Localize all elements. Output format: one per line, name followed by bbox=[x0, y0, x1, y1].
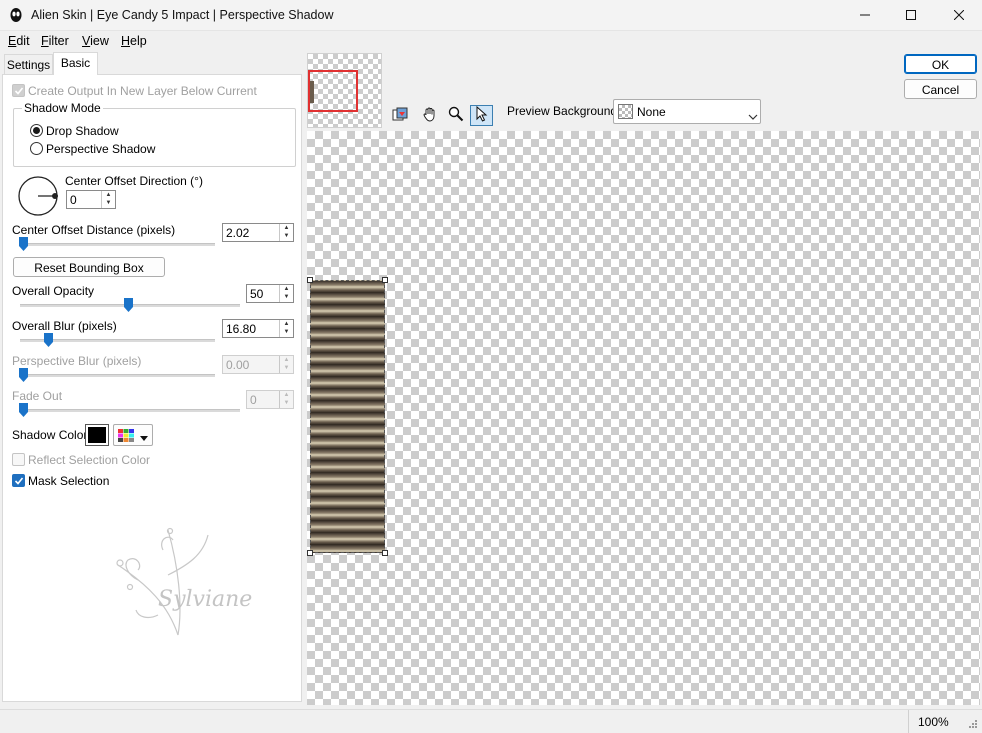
center-offset-distance-slider[interactable] bbox=[19, 237, 28, 251]
create-output-label: Create Output In New Layer Below Current bbox=[28, 84, 257, 98]
watermark-text: Sylviane bbox=[158, 587, 253, 612]
create-output-checkbox[interactable] bbox=[12, 84, 25, 97]
fade-out-input[interactable]: 0 ▲ ▼ bbox=[246, 390, 294, 409]
navigator-view-rect[interactable] bbox=[308, 70, 358, 112]
zoom-tool-button[interactable] bbox=[444, 105, 467, 126]
select-tool-button[interactable] bbox=[470, 105, 493, 126]
bounding-handle-bottom-left[interactable] bbox=[307, 550, 313, 556]
sylviane-watermark: Sylviane bbox=[108, 525, 258, 645]
center-offset-distance-input[interactable]: 2.02 ▲ ▼ bbox=[222, 223, 294, 242]
shadow-mode-group: Shadow Mode Drop Shadow Perspective Shad… bbox=[13, 101, 296, 167]
navigator-thumbnail[interactable] bbox=[307, 53, 382, 128]
overall-opacity-value: 50 bbox=[250, 287, 264, 301]
reset-bounding-box-button[interactable]: Reset Bounding Box bbox=[13, 257, 165, 277]
menu-filter[interactable]: Filter bbox=[41, 34, 69, 48]
tab-settings[interactable]: Settings bbox=[4, 54, 53, 75]
menu-edit[interactable]: Edit bbox=[8, 34, 30, 48]
preview-toggle-icon bbox=[392, 107, 409, 125]
menu-view[interactable]: View bbox=[82, 34, 109, 48]
center-offset-distance-label: Center Offset Distance (pixels) bbox=[12, 223, 176, 237]
preview-background-value: None bbox=[637, 105, 666, 119]
preview-image[interactable] bbox=[310, 280, 385, 553]
direction-dial[interactable] bbox=[17, 175, 59, 220]
perspective-blur-value: 0.00 bbox=[226, 358, 250, 372]
overall-opacity-slider[interactable] bbox=[124, 298, 133, 312]
perspective-blur-label: Perspective Blur (pixels) bbox=[12, 354, 142, 368]
reflect-selection-color-checkbox[interactable] bbox=[12, 453, 25, 466]
zoom-level: 100% bbox=[918, 715, 949, 729]
cancel-button[interactable]: Cancel bbox=[904, 79, 977, 99]
preview-background-label: Preview Background: bbox=[507, 104, 621, 118]
preview-canvas[interactable] bbox=[307, 131, 980, 705]
menu-bar: Edit Filter View Help bbox=[0, 31, 982, 52]
title-bar: Alien Skin | Eye Candy 5 Impact | Perspe… bbox=[0, 0, 982, 31]
bounding-handle-top-left[interactable] bbox=[307, 277, 313, 283]
perspective-blur-input[interactable]: 0.00 ▲ ▼ bbox=[222, 355, 294, 374]
menu-help[interactable]: Help bbox=[121, 34, 147, 48]
center-offset-direction-value: 0 bbox=[70, 193, 77, 207]
close-icon bbox=[953, 9, 965, 23]
center-offset-direction-input[interactable]: 0 ▲ ▼ bbox=[66, 190, 116, 209]
fade-out-spinner[interactable]: ▲ ▼ bbox=[279, 391, 293, 408]
tab-basic[interactable]: Basic bbox=[53, 52, 98, 75]
resize-grip-icon bbox=[966, 719, 978, 733]
mask-selection-label: Mask Selection bbox=[28, 474, 110, 488]
ok-button[interactable]: OK bbox=[904, 54, 977, 74]
window-title: Alien Skin | Eye Candy 5 Impact | Perspe… bbox=[31, 8, 334, 22]
fade-out-label: Fade Out bbox=[12, 389, 63, 403]
overall-opacity-spinner[interactable]: ▲ ▼ bbox=[279, 285, 293, 302]
shadow-color-label: Shadow Color bbox=[12, 428, 88, 442]
shadow-color-swatch[interactable] bbox=[85, 424, 109, 446]
drop-shadow-radio[interactable] bbox=[30, 124, 43, 137]
minimize-button[interactable] bbox=[842, 0, 888, 31]
perspective-blur-spinner[interactable]: ▲ ▼ bbox=[279, 356, 293, 373]
center-offset-direction-spinner[interactable]: ▲ ▼ bbox=[101, 191, 115, 208]
close-button[interactable] bbox=[936, 0, 982, 31]
hand-tool-button[interactable] bbox=[418, 105, 441, 126]
perspective-blur-track bbox=[20, 374, 215, 377]
hand-icon bbox=[422, 106, 438, 125]
center-offset-direction-label: Center Offset Direction (°) bbox=[65, 174, 203, 188]
arrow-cursor-icon bbox=[475, 105, 489, 125]
overall-blur-value: 16.80 bbox=[226, 322, 257, 336]
mask-selection-checkbox[interactable] bbox=[12, 474, 25, 487]
checkerboard-icon bbox=[618, 104, 633, 119]
magnifier-icon bbox=[448, 106, 464, 125]
reflect-selection-color-label: Reflect Selection Color bbox=[28, 453, 151, 467]
overall-opacity-input[interactable]: 50 ▲ ▼ bbox=[246, 284, 294, 303]
overall-blur-input[interactable]: 16.80 ▲ ▼ bbox=[222, 319, 294, 338]
alien-skin-icon bbox=[8, 7, 24, 23]
fade-out-value: 0 bbox=[250, 393, 257, 407]
bounding-handle-bottom-right[interactable] bbox=[382, 550, 388, 556]
perspective-blur-slider[interactable] bbox=[19, 368, 28, 382]
center-offset-distance-track bbox=[20, 243, 215, 246]
drop-shadow-label: Drop Shadow bbox=[46, 124, 119, 138]
color-grid-icon bbox=[118, 429, 134, 445]
chevron-down-icon bbox=[748, 109, 758, 123]
preview-toggle-button[interactable] bbox=[389, 105, 412, 126]
overall-blur-slider[interactable] bbox=[44, 333, 53, 347]
basic-panel: Create Output In New Layer Below Current… bbox=[2, 74, 302, 702]
shadow-mode-label: Shadow Mode bbox=[22, 101, 103, 115]
status-bar: 100% bbox=[0, 709, 982, 733]
perspective-shadow-label: Perspective Shadow bbox=[46, 142, 156, 156]
fade-out-slider[interactable] bbox=[19, 403, 28, 417]
maximize-button[interactable] bbox=[888, 0, 934, 31]
minimize-icon bbox=[860, 9, 870, 23]
center-offset-distance-value: 2.02 bbox=[226, 226, 250, 240]
bounding-handle-top-right[interactable] bbox=[382, 277, 388, 283]
status-divider bbox=[908, 710, 909, 733]
dropdown-arrow-icon bbox=[140, 431, 148, 445]
overall-opacity-label: Overall Opacity bbox=[12, 284, 95, 298]
maximize-icon bbox=[906, 9, 916, 23]
perspective-shadow-radio[interactable] bbox=[30, 142, 43, 155]
center-offset-distance-spinner[interactable]: ▲ ▼ bbox=[279, 224, 293, 241]
overall-blur-label: Overall Blur (pixels) bbox=[12, 319, 117, 333]
overall-blur-spinner[interactable]: ▲ ▼ bbox=[279, 320, 293, 337]
preview-background-dropdown[interactable]: None bbox=[613, 99, 761, 124]
fade-out-track bbox=[20, 409, 240, 412]
color-picker-dropdown[interactable] bbox=[113, 424, 153, 446]
